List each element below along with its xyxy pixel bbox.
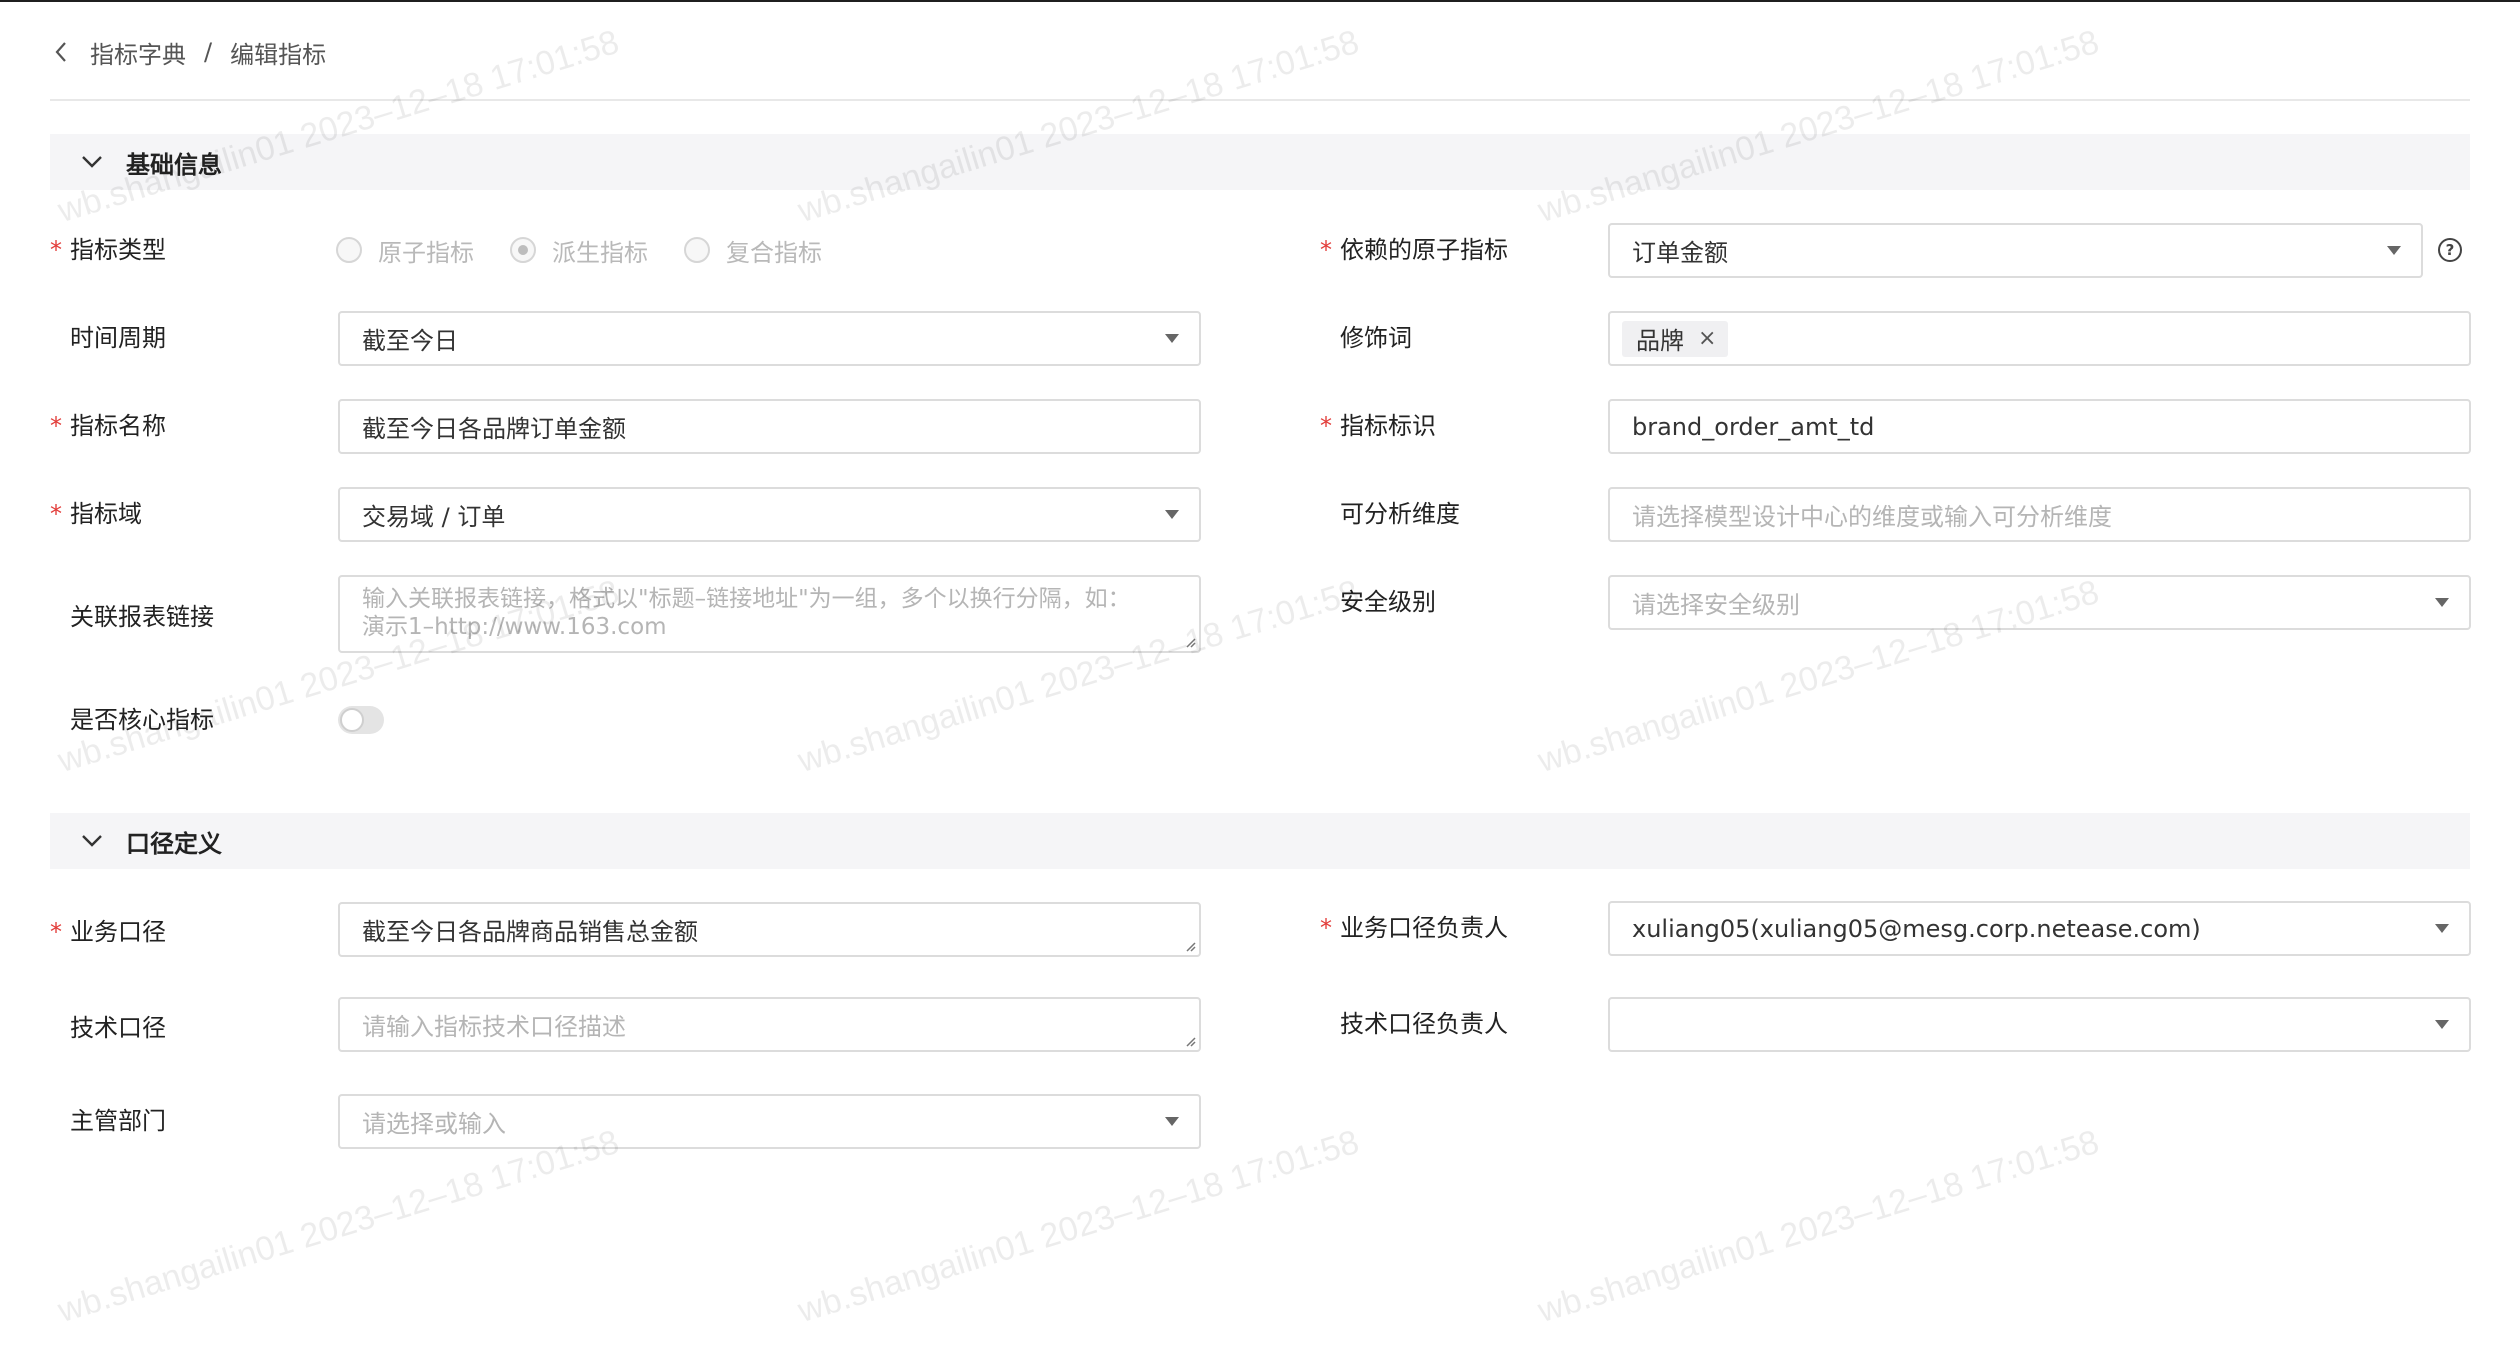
metric-domain-label: * 指标域 <box>50 494 142 534</box>
required-mark: * <box>1320 914 1332 942</box>
section-title-caliber: 口径定义 <box>126 829 222 858</box>
watermark-layer: wb.shangailin01 2023–12–18 17:01:58 wb.s… <box>0 2 2520 1368</box>
section-header-caliber[interactable]: 口径定义 <box>50 813 2470 869</box>
watermark-text: wb.shangailin01 2023–12–18 17:01:58 <box>53 1122 624 1331</box>
chevron-down-icon <box>64 134 120 190</box>
breadcrumb: 指标字典 / 编辑指标 <box>50 32 326 72</box>
caret-down-icon <box>1165 334 1179 343</box>
dimensions-label: 可分析维度 <box>1340 500 1460 528</box>
report-links-label: 关联报表链接 <box>70 603 214 631</box>
modifier-tag-brand: 品牌 × <box>1622 320 1729 357</box>
required-mark: * <box>50 236 62 264</box>
close-icon[interactable]: × <box>1698 326 1716 351</box>
required-mark: * <box>1320 236 1332 264</box>
metric-type-radio-group: 原子指标 派生指标 复合指标 <box>336 230 858 270</box>
business-owner-label: * 业务口径负责人 <box>1320 908 1508 948</box>
radio-atomic-metric[interactable]: 原子指标 <box>336 233 474 268</box>
department-label: 主管部门 <box>70 1107 166 1135</box>
atomic-metric-label: * 依赖的原子指标 <box>1320 230 1508 270</box>
business-caliber-textarea[interactable]: 截至今日各品牌商品销售总金额 <box>338 902 1201 957</box>
metric-domain-select[interactable]: 交易域 / 订单 <box>338 487 1201 542</box>
required-mark: * <box>1320 412 1332 440</box>
watermark-text: wb.shangailin01 2023–12–18 17:01:58 <box>793 1122 1364 1331</box>
modifier-tag-input[interactable]: 品牌 × <box>1608 311 2471 366</box>
header-divider <box>50 99 2470 101</box>
section-header-basic-info[interactable]: 基础信息 <box>50 134 2470 190</box>
toggle-knob <box>340 708 364 732</box>
watermark-text: wb.shangailin01 2023–12–18 17:01:58 <box>793 22 1364 231</box>
required-mark: * <box>50 412 62 440</box>
required-mark: * <box>50 918 62 946</box>
is-core-label: 是否核心指标 <box>70 706 214 734</box>
tech-owner-select[interactable] <box>1608 997 2471 1052</box>
resize-handle-icon[interactable] <box>1184 1035 1196 1047</box>
watermark-text: wb.shangailin01 2023–12–18 17:01:58 <box>1533 22 2104 231</box>
time-period-select[interactable]: 截至今日 <box>338 311 1201 366</box>
radio-composite-metric[interactable]: 复合指标 <box>684 233 822 268</box>
metric-id-label: * 指标标识 <box>1320 406 1436 446</box>
required-mark: * <box>50 500 62 528</box>
caret-down-icon <box>1165 1117 1179 1126</box>
dimensions-input[interactable]: 请选择模型设计中心的维度或输入可分析维度 <box>1608 487 2471 542</box>
time-period-label: 时间周期 <box>70 324 166 352</box>
back-icon[interactable] <box>50 41 72 63</box>
caret-down-icon <box>2435 924 2449 933</box>
modifier-label: 修饰词 <box>1340 324 1412 352</box>
metric-edit-page: 指标字典 / 编辑指标 基础信息 * 指标类型 原子指标 派生指标 复合指标 *… <box>0 0 2520 1366</box>
security-level-label: 安全级别 <box>1340 588 1436 616</box>
is-core-toggle[interactable] <box>338 706 384 734</box>
metric-name-input[interactable]: 截至今日各品牌订单金额 <box>338 399 1201 454</box>
radio-circle-icon <box>684 237 710 263</box>
breadcrumb-metric-dictionary[interactable]: 指标字典 <box>90 35 186 70</box>
tech-owner-label: 技术口径负责人 <box>1340 1010 1508 1038</box>
help-icon[interactable]: ? <box>2438 238 2462 262</box>
section-title-basic-info: 基础信息 <box>126 150 222 179</box>
business-caliber-label: * 业务口径 <box>50 912 166 952</box>
business-owner-select[interactable]: xuliang05(xuliang05@mesg.corp.netease.co… <box>1608 901 2471 956</box>
atomic-metric-select[interactable]: 订单金额 <box>1608 223 2423 278</box>
breadcrumb-separator: / <box>204 38 213 66</box>
breadcrumb-current: 编辑指标 <box>230 40 327 69</box>
caret-down-icon <box>2435 1020 2449 1029</box>
watermark-text: wb.shangailin01 2023–12–18 17:01:58 <box>1533 1122 2104 1331</box>
caret-down-icon <box>2435 598 2449 607</box>
radio-circle-icon <box>336 237 362 263</box>
radio-checked-icon <box>510 237 536 263</box>
report-links-textarea[interactable]: 输入关联报表链接，格式以"标题–链接地址"为一组，多个以换行分隔，如： 演示1–… <box>338 575 1201 653</box>
caret-down-icon <box>2387 246 2401 255</box>
security-level-select[interactable]: 请选择安全级别 <box>1608 575 2471 630</box>
department-select[interactable]: 请选择或输入 <box>338 1094 1201 1149</box>
radio-derived-metric[interactable]: 派生指标 <box>510 233 648 268</box>
tech-caliber-label: 技术口径 <box>70 1014 166 1042</box>
metric-name-label: * 指标名称 <box>50 406 166 446</box>
resize-handle-icon[interactable] <box>1184 636 1196 648</box>
caret-down-icon <box>1165 510 1179 519</box>
chevron-down-icon <box>64 813 120 869</box>
resize-handle-icon[interactable] <box>1184 940 1196 952</box>
metric-id-input[interactable]: brand_order_amt_td <box>1608 399 2471 454</box>
tech-caliber-textarea[interactable]: 请输入指标技术口径描述 <box>338 997 1201 1052</box>
metric-type-label: * 指标类型 <box>50 230 166 270</box>
